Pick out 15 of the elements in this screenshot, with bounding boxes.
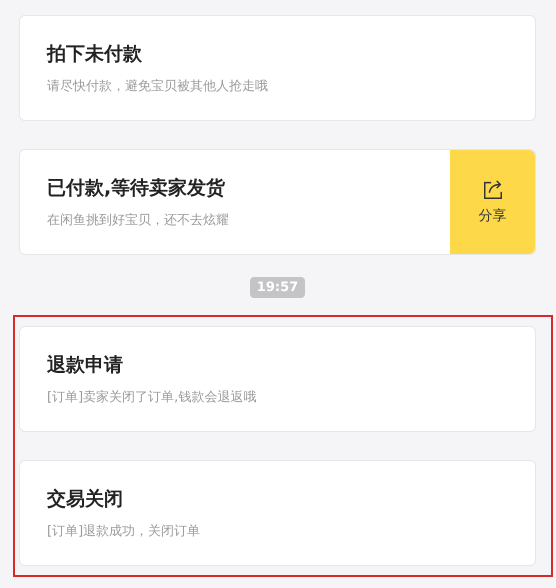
message-subtitle: 请尽快付款，避免宝贝被其他人抢走哦	[47, 78, 269, 95]
message-subtitle: [订单]退款成功，关闭订单	[47, 523, 202, 540]
message-title: 已付款,等待卖家发货	[47, 176, 226, 201]
timestamp: 19:57	[250, 277, 306, 298]
message-title: 退款申请	[47, 353, 124, 378]
message-title: 拍下未付款	[47, 42, 143, 67]
message-subtitle: 在闲鱼挑到好宝贝，还不去炫耀	[47, 212, 230, 229]
message-card[interactable]: 退款申请 [订单]卖家关闭了订单,钱款会退返哦	[19, 326, 536, 432]
message-card[interactable]: 拍下未付款 请尽快付款，避免宝贝被其他人抢走哦	[19, 15, 536, 121]
message-subtitle: [订单]卖家关闭了订单,钱款会退返哦	[47, 389, 258, 406]
message-title: 交易关闭	[47, 487, 124, 512]
message-card[interactable]: 交易关闭 [订单]退款成功，关闭订单	[19, 460, 536, 566]
share-icon	[482, 179, 504, 201]
message-card[interactable]: 已付款,等待卖家发货 在闲鱼挑到好宝贝，还不去炫耀 分享	[19, 149, 536, 255]
share-button[interactable]: 分享	[450, 150, 535, 254]
